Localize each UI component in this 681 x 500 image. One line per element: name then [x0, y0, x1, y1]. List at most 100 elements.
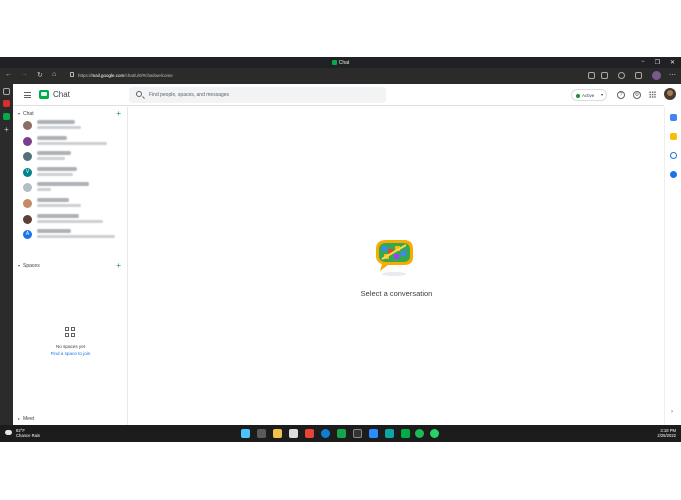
- conversation-item[interactable]: [23, 182, 123, 195]
- app-title: Chat: [53, 90, 70, 99]
- chrome-icon[interactable]: [305, 429, 314, 438]
- app-icon[interactable]: [385, 429, 394, 438]
- forward-icon[interactable]: →: [21, 71, 28, 78]
- conversation-name-blurred: [37, 151, 71, 156]
- avatar: [23, 214, 32, 224]
- chevron-right-icon: ▸: [18, 416, 21, 421]
- chat-taskbar-icon[interactable]: [401, 429, 410, 438]
- search-taskbar-icon[interactable]: [257, 429, 266, 438]
- left-navigation: ▾ Chat + VA ▾ Spaces + No spaces yet Find …: [13, 107, 128, 425]
- search-input[interactable]: Find people, spaces, and messages: [129, 87, 386, 103]
- new-chat-plus-icon[interactable]: +: [116, 110, 121, 118]
- conversation-name-blurred: [37, 182, 89, 187]
- meet-section-header[interactable]: ▸ Meet: [18, 416, 34, 422]
- maximize-button[interactable]: ❐: [655, 59, 660, 66]
- browser-toolbar: ← → ↻ ⌂ https://mail.google.com/chat/u/0…: [0, 68, 681, 84]
- chat-section-header[interactable]: ▾ Chat: [18, 111, 34, 117]
- home-icon[interactable]: ⌂: [52, 71, 56, 78]
- windows-start-icon[interactable]: [241, 429, 250, 438]
- conversation-item[interactable]: [23, 213, 123, 227]
- conversation-item[interactable]: V: [23, 166, 123, 180]
- avatar: [23, 152, 32, 162]
- app-icon[interactable]: [337, 429, 346, 438]
- system-clock[interactable]: 3:18 PM 2/25/2022: [657, 428, 676, 438]
- spotify-icon[interactable]: [415, 429, 424, 438]
- chat-section-label: Chat: [23, 111, 34, 117]
- app-header: Chat Find people, spaces, and messages A…: [13, 84, 676, 106]
- new-space-plus-icon[interactable]: +: [116, 262, 121, 270]
- spaces-section-label: Spaces: [23, 263, 40, 269]
- conversation-name-blurred: [37, 198, 69, 202]
- window-controls: − ❐ ✕: [641, 59, 675, 66]
- tab-actions-icon[interactable]: [3, 88, 10, 95]
- conversation-item[interactable]: [23, 198, 123, 211]
- empty-state-text: Select a conversation: [360, 289, 433, 298]
- spaces-empty-icon: [65, 327, 75, 337]
- meet-section-label: Meet: [23, 416, 35, 422]
- whatsapp-icon[interactable]: [430, 429, 439, 438]
- status-label: Active: [582, 92, 595, 98]
- avatar: V: [23, 167, 32, 177]
- no-spaces-text: No spaces yet: [55, 344, 86, 349]
- conversation-item[interactable]: [23, 151, 123, 164]
- extension-icon[interactable]: [601, 72, 608, 79]
- conversation-preview-blurred: [37, 219, 103, 223]
- google-chat-logo-icon: [39, 90, 49, 99]
- calendar-icon[interactable]: [670, 114, 677, 121]
- address-bar[interactable]: https://mail.google.com/chat/u/0/#chat/w…: [78, 73, 173, 78]
- conversation-item[interactable]: [23, 135, 123, 149]
- avatar: [23, 121, 32, 130]
- extensions-puzzle-icon[interactable]: [618, 72, 625, 79]
- settings-taskbar-icon[interactable]: [369, 429, 378, 438]
- conversation-name-blurred: [37, 166, 77, 171]
- store-icon[interactable]: [289, 429, 298, 438]
- conversation-name-blurred: [37, 229, 71, 234]
- more-menu-icon[interactable]: ⋯: [669, 71, 676, 79]
- search-placeholder: Find people, spaces, and messages: [149, 92, 230, 98]
- screen: Chat − ❐ ✕ ← → ↻ ⌂ https://mail.google.c…: [0, 57, 681, 442]
- status-dropdown[interactable]: Active ▾: [571, 89, 607, 101]
- conversation-preview-blurred: [37, 235, 115, 239]
- keep-icon[interactable]: [670, 133, 677, 140]
- weather-desc: Chance Rain: [16, 433, 41, 438]
- close-button[interactable]: ✕: [670, 59, 675, 66]
- find-space-link[interactable]: Find a space to join: [13, 351, 128, 356]
- active-status-dot-icon: [576, 93, 580, 98]
- browser-profile-avatar[interactable]: [652, 71, 661, 80]
- refresh-icon[interactable]: ↻: [37, 71, 43, 79]
- avatar: [23, 183, 32, 193]
- browser-side-strip: +: [0, 84, 13, 425]
- help-icon[interactable]: ?: [617, 91, 625, 99]
- conversation-preview-blurred: [37, 126, 81, 129]
- gmail-tab-icon[interactable]: [3, 100, 10, 107]
- window-title-text: Chat: [338, 60, 350, 66]
- side-panel-rail: ›: [664, 107, 681, 425]
- app-icon[interactable]: [353, 429, 362, 438]
- contacts-icon[interactable]: [670, 171, 677, 178]
- collections-icon[interactable]: [635, 72, 642, 79]
- minimize-button[interactable]: −: [641, 59, 645, 66]
- main-content: Select a conversation: [129, 107, 664, 425]
- chevron-down-icon: ▾: [18, 111, 21, 116]
- settings-icon[interactable]: ⚙: [633, 91, 641, 99]
- account-avatar[interactable]: [664, 88, 676, 100]
- chat-tab-icon[interactable]: [3, 113, 10, 120]
- extension-icon[interactable]: [588, 72, 595, 79]
- chevron-down-icon: ▾: [601, 92, 604, 97]
- conversation-item[interactable]: A: [23, 229, 123, 242]
- chevron-right-icon[interactable]: ›: [671, 409, 673, 415]
- conversation-preview-blurred: [37, 172, 73, 176]
- select-conversation-illustration: [376, 240, 413, 276]
- spaces-section-header[interactable]: ▾ Spaces: [18, 263, 40, 269]
- conversation-name-blurred: [37, 135, 67, 140]
- apps-grid-icon[interactable]: [649, 91, 656, 98]
- back-icon[interactable]: ←: [5, 71, 12, 78]
- tasks-icon[interactable]: [670, 152, 677, 159]
- edge-icon[interactable]: [321, 429, 330, 438]
- search-icon: [136, 91, 142, 97]
- new-tab-plus-icon[interactable]: +: [3, 126, 10, 134]
- conversation-item[interactable]: [23, 120, 123, 133]
- conversation-name-blurred: [37, 213, 79, 218]
- file-explorer-icon[interactable]: [273, 429, 282, 438]
- menu-icon[interactable]: [24, 92, 31, 98]
